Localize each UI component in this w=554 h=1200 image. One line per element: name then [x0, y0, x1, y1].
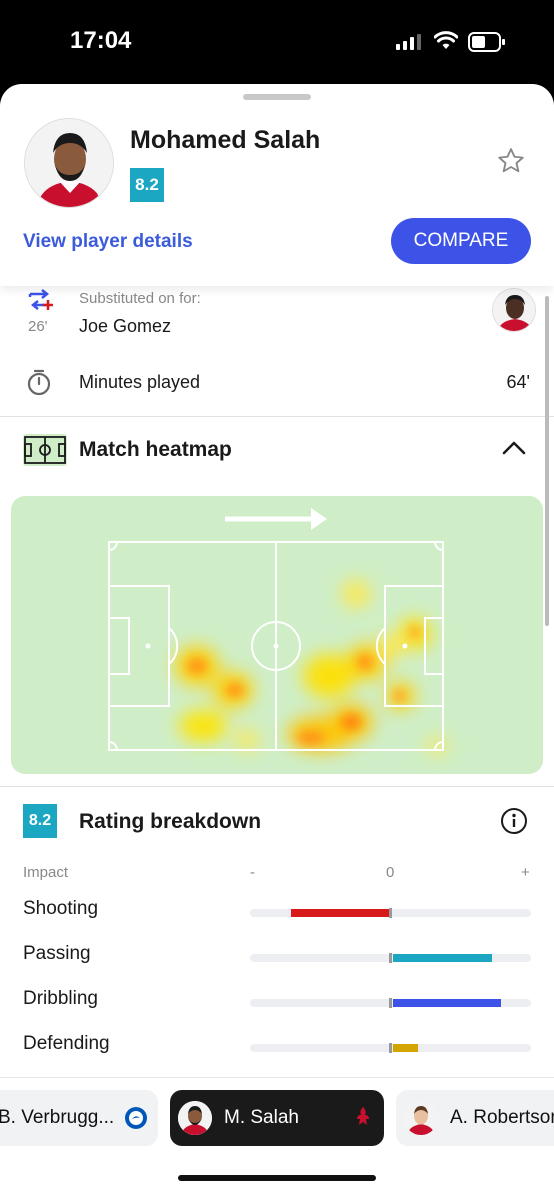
wifi-icon	[434, 31, 458, 49]
liverpool-crest-icon	[357, 1107, 369, 1125]
player-header: LFC Mohamed Salah 8.2 View player detail…	[0, 84, 554, 286]
player-avatar: LFC	[24, 118, 114, 208]
stat-label: Dribbling	[23, 988, 98, 1009]
player-chip-active[interactable]: M. Salah	[170, 1090, 384, 1146]
home-indicator[interactable]	[178, 1175, 376, 1181]
pitch-icon	[23, 434, 67, 466]
stat-bar	[392, 999, 501, 1007]
player-sheet: LFC Mohamed Salah 8.2 View player detail…	[0, 84, 554, 1200]
impact-label: Impact	[23, 864, 69, 881]
stat-track	[250, 1043, 531, 1053]
status-bar: 17:04	[0, 0, 554, 84]
player-chip[interactable]: A. Robertson	[396, 1090, 554, 1146]
view-player-details-link[interactable]: View player details	[23, 231, 193, 253]
rating-breakdown-title: Rating breakdown	[79, 810, 262, 833]
stat-track	[250, 953, 531, 963]
divider	[0, 416, 554, 417]
stat-zero-marker	[389, 1043, 392, 1053]
player-chip-name: M. Salah	[224, 1107, 299, 1128]
stat-row-passing: Passing	[0, 941, 554, 971]
impact-scale-plus: +	[521, 864, 530, 881]
stat-row-defending: Defending	[0, 1031, 554, 1061]
player-switcher: B. Verbrugg... M. Salah A. Robertson	[0, 1077, 554, 1200]
player-rating-badge: 8.2	[130, 168, 164, 202]
brighton-crest-icon	[125, 1107, 148, 1129]
stat-label: Passing	[23, 943, 91, 964]
stat-bar	[290, 909, 391, 917]
scrollbar[interactable]	[545, 296, 549, 626]
sheet-grabber[interactable]	[243, 94, 311, 100]
heatmap	[11, 496, 543, 774]
stopwatch-icon	[27, 369, 51, 396]
substitution-caption: Substituted on for:	[79, 290, 201, 307]
player-chip-avatar	[404, 1101, 438, 1135]
svg-text:LFC: LFC	[97, 193, 114, 203]
player-name: Mohamed Salah	[130, 126, 321, 154]
stat-track	[250, 998, 531, 1008]
impact-scale-minus: -	[250, 864, 255, 881]
stat-zero-marker	[389, 908, 392, 918]
battery-icon	[468, 32, 505, 52]
minutes-played-label: Minutes played	[79, 372, 201, 392]
impact-scale: Impact - 0 +	[0, 862, 554, 882]
attack-direction-arrow	[225, 508, 327, 530]
heatmap-title: Match heatmap	[79, 438, 232, 461]
impact-scale-zero: 0	[386, 864, 395, 881]
player-chip-name: A. Robertson	[450, 1107, 554, 1128]
rating-breakdown-badge: 8.2	[23, 804, 57, 838]
substitution-minute: 26'	[28, 318, 48, 335]
heatmap-section-header[interactable]: Match heatmap	[0, 430, 554, 474]
stat-row-shooting: Shooting	[0, 896, 554, 926]
stat-row-dribbling: Dribbling	[0, 986, 554, 1016]
stat-bar	[392, 1044, 418, 1052]
stat-label: Defending	[23, 1033, 110, 1054]
player-chip[interactable]: B. Verbrugg...	[0, 1090, 158, 1146]
stat-bar	[392, 954, 493, 962]
info-icon[interactable]	[500, 807, 528, 835]
status-time: 17:04	[70, 27, 132, 54]
substitution-row: 26' Substituted on for: Joe Gomez	[0, 286, 554, 346]
rating-breakdown-header: 8.2 Rating breakdown	[0, 804, 554, 840]
player-chip-name: B. Verbrugg...	[0, 1107, 115, 1128]
minutes-played-row: Minutes played 64'	[0, 364, 554, 404]
divider	[0, 786, 554, 787]
minutes-played-value: 64'	[506, 372, 530, 392]
star-icon[interactable]	[496, 146, 526, 176]
substituted-player-name[interactable]: Joe Gomez	[79, 316, 171, 337]
cellular-signal-icon	[396, 34, 421, 50]
stat-track	[250, 908, 531, 918]
stat-zero-marker	[389, 953, 392, 963]
substituted-player-avatar[interactable]	[492, 288, 536, 332]
stat-zero-marker	[389, 998, 392, 1008]
compare-button[interactable]: COMPARE	[391, 218, 531, 264]
substitution-icon	[28, 289, 53, 310]
chevron-up-icon[interactable]	[502, 440, 526, 456]
stat-label: Shooting	[23, 898, 99, 919]
player-chip-avatar	[178, 1101, 212, 1135]
